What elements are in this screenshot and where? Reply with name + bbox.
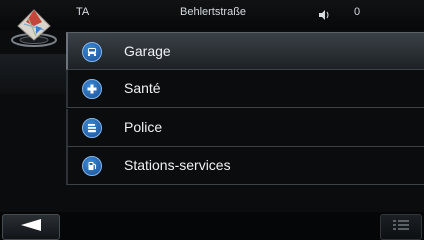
list-item-police[interactable]: Police [66,109,424,147]
compass-map-icon[interactable] [6,4,62,54]
menu-button[interactable] [380,214,422,240]
medical-cross-icon [82,79,102,99]
list-menu-icon [393,218,409,236]
speaker-icon[interactable] [318,8,330,26]
status-bar: TA Behlertstraße 0 [0,0,424,30]
list-item-stations-services[interactable]: Stations-services [66,147,424,185]
poi-category-list: Garage Santé Police Stations-services [66,30,424,186]
bottom-bar [0,212,424,240]
fuel-pump-icon [82,156,102,176]
list-item-sante[interactable]: Santé [66,70,424,108]
status-left-label: TA [76,6,90,18]
list-item-label: Police [124,119,163,135]
status-count: 0 [354,6,361,18]
police-icon [82,118,102,138]
list-item-label: Garage [124,43,171,59]
sidebar-band [0,54,66,94]
list-item-label: Stations-services [124,157,231,173]
car-repair-icon [82,42,102,62]
list-item-garage[interactable]: Garage [66,32,424,70]
back-arrow-icon [19,218,43,237]
current-street: Behlertstraße [180,6,247,18]
list-item-label: Santé [124,80,161,96]
back-button[interactable] [2,214,60,240]
